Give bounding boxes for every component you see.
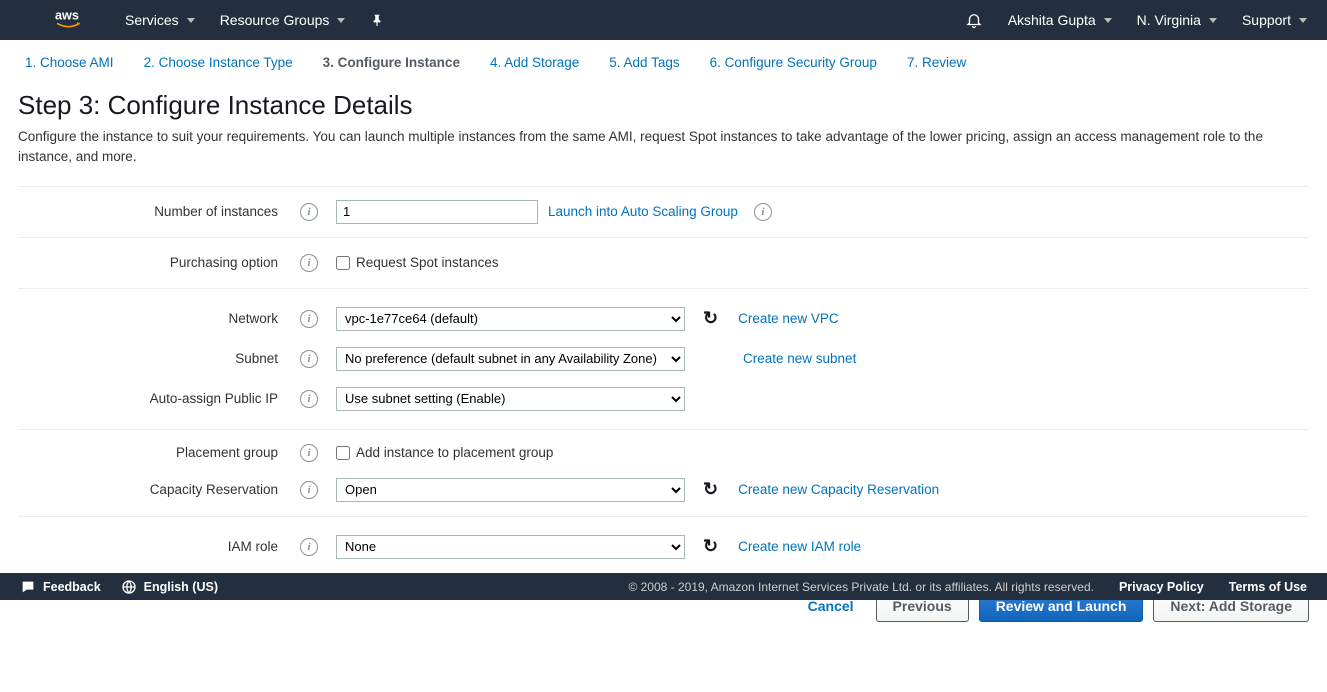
row-iam-role: IAM role i None ↻ Create new IAM role — [18, 517, 1309, 577]
row-network: Network i vpc-1e77ce64 (default) ↻ Creat… — [18, 289, 1309, 339]
support-label: Support — [1242, 12, 1291, 28]
network-select[interactable]: vpc-1e77ce64 (default) — [336, 307, 685, 331]
row-purchasing-option: Purchasing option i Request Spot instanc… — [18, 238, 1309, 288]
step-configure-security-group[interactable]: 6. Configure Security Group — [710, 55, 877, 70]
step-choose-ami[interactable]: 1. Choose AMI — [25, 55, 114, 70]
top-nav: aws Services Resource Groups Akshita Gup… — [0, 0, 1327, 40]
terms-of-use-link[interactable]: Terms of Use — [1229, 580, 1307, 594]
label-subnet: Subnet — [18, 351, 288, 366]
info-icon[interactable]: i — [300, 254, 318, 272]
create-capacity-reservation-link[interactable]: Create new Capacity Reservation — [738, 482, 939, 497]
aws-logo[interactable]: aws — [55, 8, 95, 32]
info-icon[interactable]: i — [300, 203, 318, 221]
privacy-policy-link[interactable]: Privacy Policy — [1119, 580, 1204, 594]
refresh-icon[interactable]: ↻ — [703, 308, 718, 329]
info-icon[interactable]: i — [754, 203, 772, 221]
label-purchasing-option: Purchasing option — [18, 255, 288, 270]
caret-down-icon — [187, 18, 195, 23]
caret-down-icon — [1209, 18, 1217, 23]
label-network: Network — [18, 311, 288, 326]
auto-assign-ip-select[interactable]: Use subnet setting (Enable) — [336, 387, 685, 411]
caret-down-icon — [1104, 18, 1112, 23]
refresh-icon[interactable]: ↻ — [703, 479, 718, 500]
label-capacity-reservation: Capacity Reservation — [18, 482, 288, 497]
resource-groups-label: Resource Groups — [220, 12, 330, 28]
step-configure-instance: 3. Configure Instance — [323, 55, 460, 70]
caret-down-icon — [337, 18, 345, 23]
page-description: Configure the instance to suit your requ… — [18, 127, 1309, 168]
create-vpc-link[interactable]: Create new VPC — [738, 311, 839, 326]
info-icon[interactable]: i — [300, 481, 318, 499]
copyright-text: © 2008 - 2019, Amazon Internet Services … — [628, 580, 1094, 594]
create-iam-role-link[interactable]: Create new IAM role — [738, 539, 861, 554]
create-subnet-link[interactable]: Create new subnet — [743, 351, 856, 366]
placement-group-checkbox[interactable] — [336, 446, 350, 460]
user-menu[interactable]: Akshita Gupta — [1008, 12, 1112, 28]
row-capacity-reservation: Capacity Reservation i Open ↻ Create new… — [18, 470, 1309, 516]
svg-text:aws: aws — [55, 8, 79, 22]
step-review[interactable]: 7. Review — [907, 55, 966, 70]
row-auto-assign-ip: Auto-assign Public IP i Use subnet setti… — [18, 379, 1309, 429]
feedback-label: Feedback — [43, 580, 101, 594]
iam-role-select[interactable]: None — [336, 535, 685, 559]
row-subnet: Subnet i No preference (default subnet i… — [18, 339, 1309, 379]
row-number-of-instances: Number of instances i Launch into Auto S… — [18, 187, 1309, 237]
request-spot-label: Request Spot instances — [356, 255, 499, 270]
info-icon[interactable]: i — [300, 310, 318, 328]
globe-icon — [121, 579, 137, 595]
region-menu[interactable]: N. Virginia — [1137, 12, 1217, 28]
caret-down-icon — [1299, 18, 1307, 23]
page-title: Step 3: Configure Instance Details — [18, 90, 1309, 121]
resource-groups-menu[interactable]: Resource Groups — [220, 12, 346, 28]
launch-asg-link[interactable]: Launch into Auto Scaling Group — [548, 204, 738, 219]
notifications-icon[interactable] — [965, 11, 983, 29]
label-iam-role: IAM role — [18, 539, 288, 554]
capacity-reservation-select[interactable]: Open — [336, 478, 685, 502]
pin-icon[interactable] — [370, 13, 384, 27]
label-auto-assign-ip: Auto-assign Public IP — [18, 391, 288, 406]
support-menu[interactable]: Support — [1242, 12, 1307, 28]
step-add-storage[interactable]: 4. Add Storage — [490, 55, 579, 70]
row-placement-group: Placement group i Add instance to placem… — [18, 430, 1309, 470]
placement-group-label: Add instance to placement group — [356, 445, 553, 460]
wizard-steps: 1. Choose AMI 2. Choose Instance Type 3.… — [0, 40, 1327, 80]
feedback-link[interactable]: Feedback — [20, 579, 101, 595]
user-label: Akshita Gupta — [1008, 12, 1096, 28]
info-icon[interactable]: i — [300, 538, 318, 556]
language-label: English (US) — [144, 580, 218, 594]
label-placement-group: Placement group — [18, 445, 288, 460]
label-number-of-instances: Number of instances — [18, 204, 288, 219]
step-choose-instance-type[interactable]: 2. Choose Instance Type — [144, 55, 293, 70]
region-label: N. Virginia — [1137, 12, 1201, 28]
request-spot-checkbox[interactable] — [336, 256, 350, 270]
footer: Feedback English (US) © 2008 - 2019, Ama… — [0, 573, 1327, 600]
services-label: Services — [125, 12, 179, 28]
info-icon[interactable]: i — [300, 350, 318, 368]
subnet-select[interactable]: No preference (default subnet in any Ava… — [336, 347, 685, 371]
refresh-icon[interactable]: ↻ — [703, 536, 718, 557]
language-link[interactable]: English (US) — [121, 579, 218, 595]
chat-icon — [20, 579, 36, 595]
step-add-tags[interactable]: 5. Add Tags — [609, 55, 679, 70]
services-menu[interactable]: Services — [125, 12, 195, 28]
number-of-instances-input[interactable] — [336, 200, 538, 224]
info-icon[interactable]: i — [300, 390, 318, 408]
info-icon[interactable]: i — [300, 444, 318, 462]
